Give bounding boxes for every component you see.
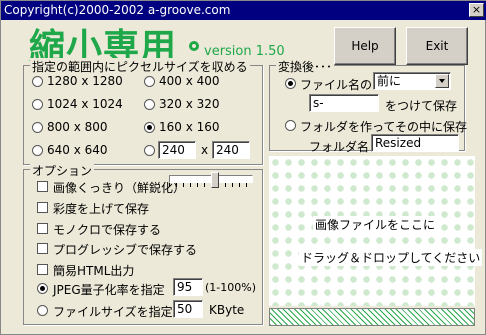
- size-1280-radio[interactable]: [32, 76, 43, 87]
- drop-zone[interactable]: 画像ファイルをここに ドラッグ＆ドロップしてください: [269, 156, 483, 306]
- size-1280-label: 1280 x 1280: [47, 74, 123, 88]
- html-label: 簡易HTML出力: [53, 264, 135, 278]
- chevron-down-icon[interactable]: [435, 74, 449, 88]
- help-button[interactable]: Help: [334, 27, 396, 65]
- custom-height-input[interactable]: 240: [212, 141, 250, 159]
- size-320-radio[interactable]: [144, 99, 155, 110]
- sharpen-slider-handle[interactable]: [211, 172, 219, 188]
- html-checkbox[interactable]: [37, 264, 48, 275]
- version-label: version 1.50: [204, 44, 285, 59]
- sharpen-label: 画像くっきり（鮮鋭化）: [53, 181, 186, 195]
- jpeg-quality-radio[interactable]: [37, 283, 48, 294]
- saturation-label: 彩度を上げて保存: [53, 202, 150, 216]
- jpeg-range-label: (1-100%): [205, 281, 256, 294]
- jpeg-quality-input[interactable]: 95: [173, 278, 203, 296]
- close-button[interactable]: ×: [469, 3, 484, 17]
- logo-dot-icon: [189, 41, 199, 51]
- position-select-value: 前に: [377, 74, 402, 88]
- custom-width-input[interactable]: 240: [158, 141, 196, 159]
- size-320-label: 320 x 320: [159, 97, 220, 111]
- size-800-label: 800 x 800: [47, 120, 108, 134]
- window-title: Copyright(c)2000-2002 a-groove.com: [4, 3, 231, 17]
- options-group-legend: オプション: [30, 162, 95, 179]
- size-160-label: 160 x 160: [159, 120, 220, 134]
- exit-button[interactable]: Exit: [406, 27, 468, 65]
- folder-name-input[interactable]: Resized: [371, 134, 459, 152]
- folder-name-label: フォルダ名: [309, 140, 370, 154]
- filesize-label: ファイルサイズを指定: [53, 305, 173, 319]
- position-select[interactable]: 前に: [373, 72, 451, 90]
- size-custom-radio[interactable]: [144, 145, 155, 156]
- size-group-legend: 指定の範囲内にピクセルサイズを収める: [30, 58, 250, 75]
- folder-radio[interactable]: [285, 120, 296, 131]
- sharpen-checkbox[interactable]: [37, 181, 48, 192]
- mono-label: モノクロで保存する: [53, 223, 162, 237]
- size-640-radio[interactable]: [32, 145, 43, 156]
- size-640-label: 640 x 640: [47, 143, 108, 157]
- suffix-label: をつけて保存: [385, 99, 458, 113]
- saturation-checkbox[interactable]: [37, 202, 48, 213]
- drop-zone-line2: ドラッグ＆ドロップしてください: [299, 249, 483, 266]
- size-1024-label: 1024 x 1024: [47, 97, 123, 111]
- custom-size-separator: x: [201, 143, 209, 157]
- size-400-radio[interactable]: [144, 76, 155, 87]
- jpeg-quality-label: JPEG量子化率を指定: [53, 283, 165, 297]
- mono-checkbox[interactable]: [37, 223, 48, 234]
- filename-label: ファイル名の: [300, 78, 373, 92]
- progressive-checkbox[interactable]: [37, 243, 48, 254]
- filesize-input[interactable]: 50: [173, 300, 203, 318]
- progressive-label: プログレッシブで保存する: [53, 243, 198, 257]
- size-400-label: 400 x 400: [159, 74, 220, 88]
- app-window: Copyright(c)2000-2002 a-groove.com × 縮小専…: [0, 0, 486, 335]
- filesize-radio[interactable]: [37, 305, 48, 316]
- drop-zone-line1: 画像ファイルをここに: [313, 216, 438, 233]
- convert-group-legend: 変換後･･･: [276, 58, 335, 75]
- size-1024-radio[interactable]: [32, 99, 43, 110]
- folder-option-label: フォルダを作ってその中に保存: [300, 120, 468, 134]
- filename-radio[interactable]: [285, 78, 296, 89]
- filesize-unit-label: KByte: [209, 303, 245, 317]
- progress-bar: [269, 308, 475, 326]
- size-800-radio[interactable]: [32, 122, 43, 133]
- size-160-radio[interactable]: [144, 122, 155, 133]
- prefix-input[interactable]: s-: [309, 94, 379, 112]
